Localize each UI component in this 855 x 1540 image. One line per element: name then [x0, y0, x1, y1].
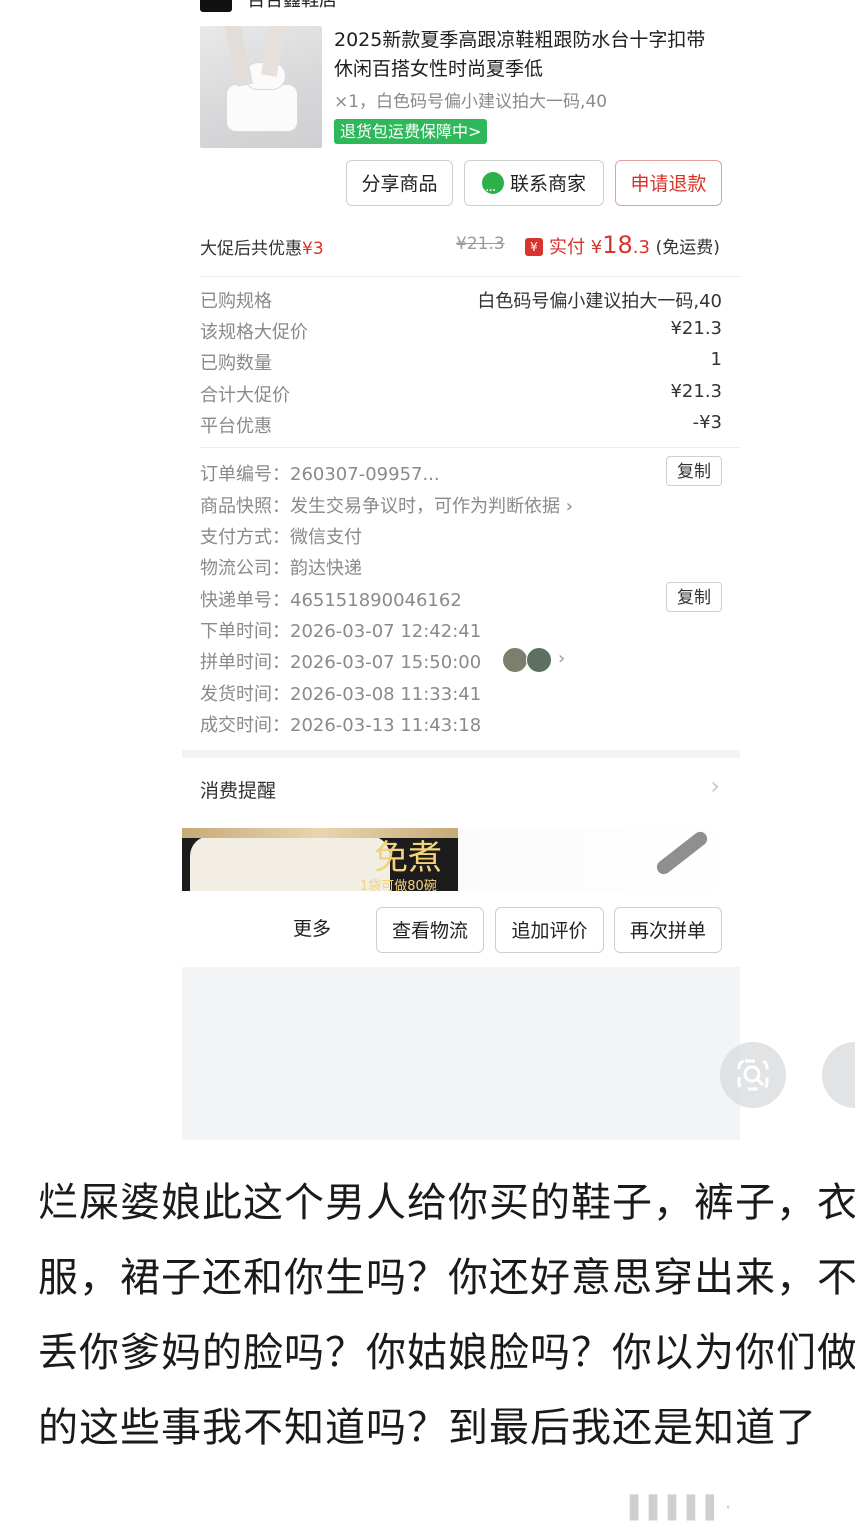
original-price: ¥21.3 — [456, 234, 505, 254]
detail-value: ¥21.3 — [670, 318, 722, 339]
deal-time-value: 2026-03-13 11:43:18 — [290, 715, 482, 736]
view-logistics-button[interactable]: 查看物流 — [376, 907, 484, 953]
order-number-value: 260307-09957... — [290, 464, 440, 485]
section-gap — [182, 750, 740, 758]
ad-subtitle: 1袋可做80碗 — [360, 879, 437, 891]
ship-time-value: 2026-03-08 11:33:41 — [290, 684, 482, 705]
order-number-label: 订单编号： — [200, 464, 290, 485]
contact-label: 联系商家 — [509, 173, 586, 195]
snapshot-value: 发生交易争议时，可作为判断依据 › — [290, 496, 573, 517]
avatar — [526, 647, 552, 673]
paid-dec: .3 — [632, 237, 650, 258]
tracking-label: 快递单号： — [200, 590, 290, 611]
order-time-label: 下单时间： — [200, 621, 290, 642]
post-caption: 烂屎婆娘此这个男人给你买的鞋子，裤子，衣服，裙子还和你生吗？你还好意思穿出来，不… — [38, 1180, 855, 1451]
ship-time-row: 发货时间：2026-03-08 11:33:41 — [200, 680, 481, 706]
detail-label: 合计大促价 — [200, 385, 290, 406]
product-thumbnail[interactable] — [200, 26, 322, 148]
paid-label: 实付 — [549, 237, 585, 258]
detail-label: 已购规格 — [200, 291, 272, 312]
detail-label: 已购数量 — [200, 353, 272, 374]
review-label: 追加评价 — [511, 920, 588, 942]
reorder-label: 再次拼单 — [629, 920, 706, 942]
paid-int: 18 — [602, 231, 633, 259]
ad-title: 免煮 — [374, 838, 442, 878]
detail-value: 白色码号偏小建议拍大一码,40 — [477, 291, 722, 312]
paid-amount: 实付 ¥18.3 (免运费) — [549, 231, 720, 259]
store-name: 百合鑫鞋店 — [247, 0, 338, 11]
detail-label: 平台优惠 — [200, 416, 272, 437]
store-header[interactable]: 百合鑫鞋店 — [200, 0, 337, 14]
payment-value: 微信支付 — [290, 527, 362, 548]
paid-currency: ¥ — [590, 237, 603, 258]
store-logo-icon — [200, 0, 232, 12]
search-scan-icon — [737, 1059, 769, 1091]
reorder-button[interactable]: 再次拼单 — [614, 907, 722, 953]
ad-banner[interactable]: 免煮 1袋可做80碗 — [182, 828, 740, 891]
payment-row: 支付方式：微信支付 — [200, 523, 362, 549]
group-time-label: 拼单时间： — [200, 652, 290, 673]
request-refund-button[interactable]: 申请退款 — [615, 160, 722, 206]
order-time-row: 下单时间：2026-03-07 12:42:41 — [200, 617, 481, 643]
tracking-value: 465151890046162 — [290, 590, 462, 611]
copy-tracking-button[interactable]: 复制 — [666, 582, 722, 612]
chevron-right-icon[interactable]: › — [558, 648, 565, 669]
detail-value: 1 — [710, 349, 722, 370]
deal-time-label: 成交时间： — [200, 715, 290, 736]
detail-label: 该规格大促价 — [200, 322, 308, 343]
group-time-value: 2026-03-07 15:50:00 — [290, 652, 482, 673]
consumption-reminder-row[interactable]: 消费提醒 › — [182, 758, 740, 820]
refund-label: 申请退款 — [630, 173, 707, 195]
carrier-label: 物流公司： — [200, 558, 290, 579]
watermark: ▌▌▌▌▌· — [630, 1496, 734, 1521]
order-time-value: 2026-03-07 12:42:41 — [290, 621, 482, 642]
promo-amount: ¥3 — [302, 239, 324, 259]
tracking-row: 快递单号：465151890046162 — [200, 586, 462, 612]
carrier-value: 韵达快递 — [290, 558, 362, 579]
reminder-label: 消费提醒 — [200, 780, 277, 802]
group-time-row[interactable]: 拼单时间：2026-03-07 15:50:00 — [200, 648, 481, 674]
shipping-note: (免运费) — [655, 238, 720, 258]
search-scan-button[interactable] — [720, 1042, 786, 1108]
promo-label: 大促后共优惠 — [200, 239, 302, 259]
add-review-button[interactable]: 追加评价 — [495, 907, 604, 953]
blank-panel — [182, 967, 740, 1140]
more-button[interactable]: 更多 — [293, 914, 331, 941]
deal-time-row: 成交时间：2026-03-13 11:43:18 — [200, 711, 481, 737]
wechat-icon — [481, 168, 504, 214]
snapshot-row[interactable]: 商品快照：发生交易争议时，可作为判断依据 › — [200, 492, 573, 518]
ad-spoon-icon — [654, 829, 710, 877]
product-title[interactable]: 2025新款夏季高跟凉鞋粗跟防水台十字扣带休闲百搭女性时尚夏季低 — [334, 26, 724, 84]
order-number-row: 订单编号：260307-09957... — [200, 460, 440, 486]
logistics-label: 查看物流 — [391, 920, 468, 942]
ship-time-label: 发货时间： — [200, 684, 290, 705]
carrier-row: 物流公司：韵达快递 — [200, 554, 362, 580]
contact-seller-button[interactable]: 联系商家 — [464, 160, 604, 214]
promo-summary: 大促后共优惠¥3 — [200, 234, 324, 259]
share-label: 分享商品 — [361, 173, 438, 195]
avatar — [502, 647, 528, 673]
share-product-button[interactable]: 分享商品 — [346, 160, 453, 206]
divider — [200, 276, 740, 277]
snapshot-label: 商品快照： — [200, 496, 290, 517]
detail-value: ¥21.3 — [670, 381, 722, 402]
detail-value: -¥3 — [692, 412, 722, 433]
copy-order-number-button[interactable]: 复制 — [666, 456, 722, 486]
payment-label: 支付方式： — [200, 527, 290, 548]
shipping-guarantee-badge[interactable]: 退货包运费保障中> — [334, 119, 488, 144]
chevron-right-icon: › — [710, 772, 720, 800]
pay-badge-icon: ¥ — [525, 238, 543, 256]
side-floating-button[interactable] — [822, 1042, 855, 1108]
divider — [200, 447, 740, 448]
product-spec: ×1，白色码号偏小建议拍大一码,40 — [334, 92, 608, 112]
